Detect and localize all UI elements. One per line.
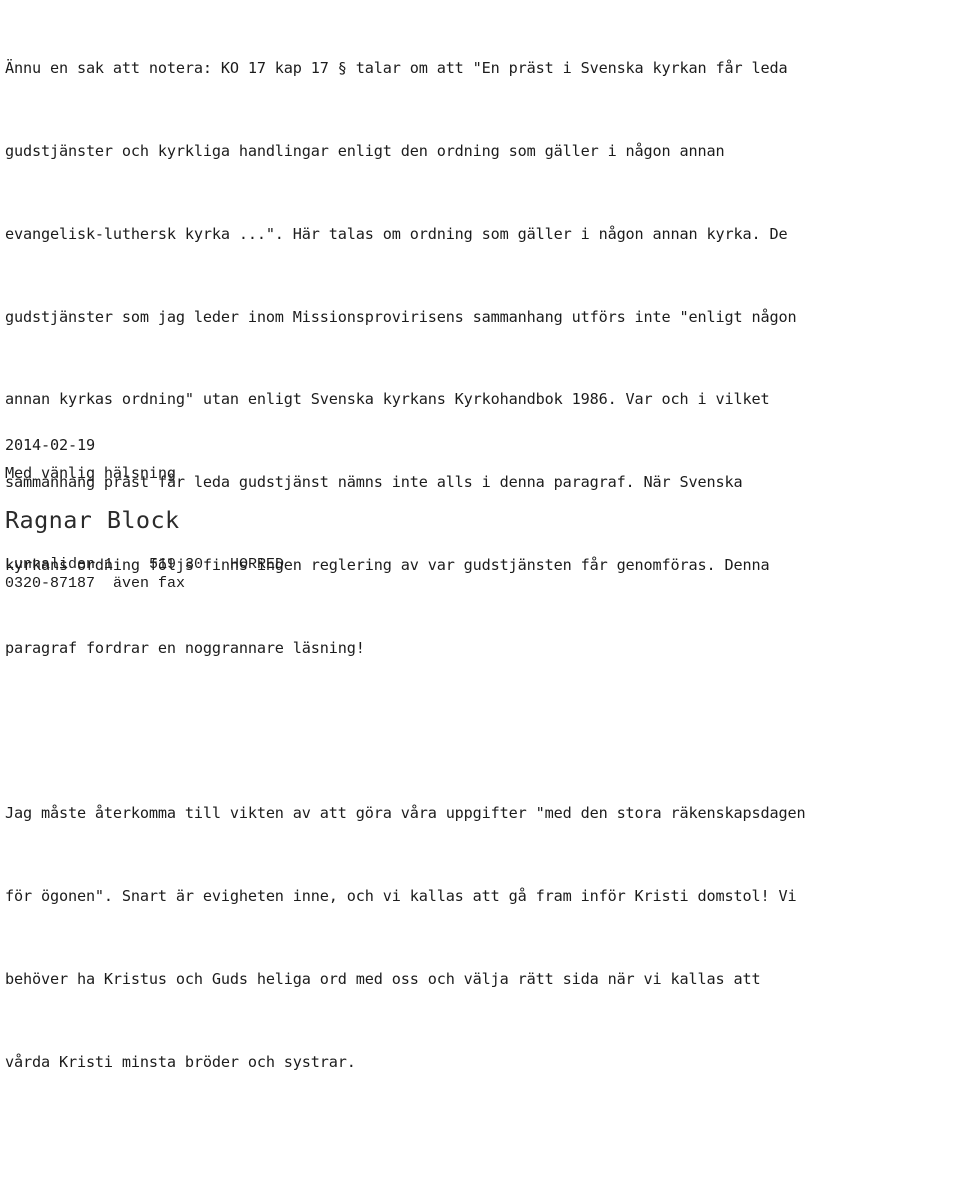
paragraph-line: gudstjänster som jag leder inom Missions… [5,307,797,326]
document-page: Ännu en sak att notera: KO 17 kap 17 § t… [0,0,960,1070]
paragraph-line: för ögonen". Snart är evigheten inne, oc… [5,887,797,905]
paragraph-line: evangelisk-luthersk kyrka ...". Här tala… [5,224,788,243]
paragraph-line: vårda Kristi minsta bröder och systrar. [5,1052,356,1071]
address-block: Lunnaliden 1 519 30 HORRED 0320-87187 äv… [5,556,505,593]
paragraph-3: Där något av detta saknas behövs rannsak… [5,1159,960,1186]
paragraph-line: Jag måste återkomma till vikten av att g… [5,804,806,823]
signature-greeting: Med vänlig hälsning [5,463,176,482]
paragraph-line: behöver ha Kristus och Guds heliga ord m… [5,969,761,988]
paragraph-line: Ännu en sak att notera: KO 17 kap 17 § t… [5,59,788,78]
document-body: Ännu en sak att notera: KO 17 kap 17 § t… [5,0,960,1186]
paragraph-line: gudstjänster och kyrkliga handlingar enl… [5,141,725,160]
paragraph-1: Ännu en sak att notera: KO 17 kap 17 § t… [5,0,960,717]
signature-name: Ragnar Block [5,506,180,535]
paragraph-line: annan kyrkas ordning" utan enligt Svensk… [5,390,770,409]
paragraph-line: paragraf fordrar en noggrannare läsning! [5,638,365,657]
signature-block: 2014-02-19 Med vänlig hälsning Ragnar Bl… [5,432,505,539]
paragraph-2: Jag måste återkomma till vikten av att g… [5,745,960,1131]
address-line-street: Lunnaliden 1 519 30 HORRED [5,556,285,573]
signature-date: 2014-02-19 [5,436,95,454]
address-line-phone: 0320-87187 även fax [5,574,186,592]
